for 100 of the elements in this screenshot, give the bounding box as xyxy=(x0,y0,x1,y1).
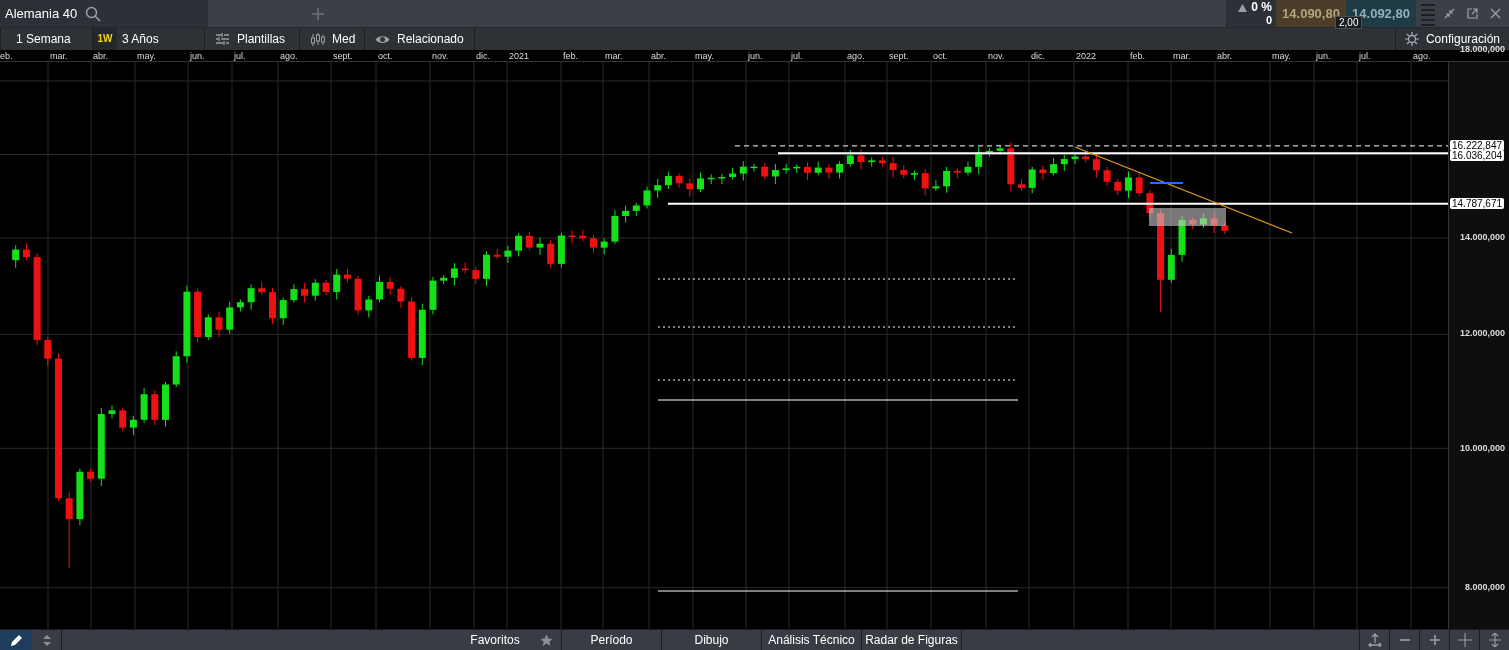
month-label: may. xyxy=(1272,50,1291,62)
candle xyxy=(87,468,95,482)
candle xyxy=(162,381,169,428)
candle xyxy=(718,173,726,185)
candle xyxy=(1114,178,1122,196)
candle xyxy=(376,275,383,303)
pencil-icon xyxy=(9,633,23,647)
candle xyxy=(76,468,84,526)
month-label: oct. xyxy=(933,50,948,62)
candle xyxy=(889,156,897,179)
month-label: sept. xyxy=(889,50,909,62)
candle xyxy=(472,266,480,285)
candle xyxy=(269,287,276,325)
price-tick-label: 12.000,000 xyxy=(1459,328,1505,339)
candle xyxy=(1028,166,1036,194)
candle xyxy=(750,163,758,173)
collapse-icon[interactable] xyxy=(1444,8,1455,19)
candle xyxy=(557,232,565,269)
candle xyxy=(600,238,608,255)
candle xyxy=(525,231,533,251)
candle xyxy=(664,171,672,190)
candle xyxy=(654,178,662,199)
candle xyxy=(686,177,694,198)
candle xyxy=(1210,211,1218,234)
candle xyxy=(804,161,811,181)
candle xyxy=(386,276,394,296)
candle xyxy=(900,164,908,179)
candle xyxy=(429,276,437,315)
candle xyxy=(483,250,490,287)
search-icon[interactable] xyxy=(85,5,102,22)
candle xyxy=(632,202,640,217)
month-label: may. xyxy=(695,50,714,62)
month-label: jul. xyxy=(791,50,803,62)
candle xyxy=(461,262,469,274)
candle xyxy=(953,167,961,179)
candle xyxy=(140,387,148,424)
candle xyxy=(1060,154,1068,172)
candle xyxy=(194,287,202,343)
candle xyxy=(739,160,747,182)
candle xyxy=(643,186,651,209)
candle xyxy=(504,245,512,264)
month-label: ago. xyxy=(280,50,298,62)
candle xyxy=(343,268,351,283)
candle xyxy=(322,279,330,296)
month-label: dic. xyxy=(476,50,490,62)
candle xyxy=(761,162,769,181)
candle xyxy=(1146,189,1154,220)
month-label: jun. xyxy=(748,50,763,62)
price-tick-label: 14.000,000 xyxy=(1459,232,1505,243)
star-icon xyxy=(539,633,553,647)
candle xyxy=(943,166,951,194)
candle xyxy=(793,163,801,174)
candle xyxy=(771,163,779,185)
candle xyxy=(868,157,876,168)
popout-icon[interactable] xyxy=(1467,8,1478,19)
candle xyxy=(129,415,137,436)
candle xyxy=(418,303,426,366)
month-label: ago. xyxy=(1413,50,1431,62)
month-label: jun. xyxy=(1316,50,1331,62)
candle xyxy=(825,163,833,180)
candle xyxy=(729,167,737,180)
candle xyxy=(1082,151,1090,163)
move-icon xyxy=(1367,633,1382,647)
price-tick-label: 8.000,000 xyxy=(1464,582,1505,593)
candle xyxy=(279,297,287,326)
candle xyxy=(12,244,20,269)
month-label: ago. xyxy=(847,50,865,62)
candle xyxy=(878,156,886,168)
candle xyxy=(108,404,116,419)
month-label: nov. xyxy=(988,50,1005,62)
candle xyxy=(782,163,790,175)
candle xyxy=(515,232,523,257)
close-icon[interactable] xyxy=(1490,8,1501,19)
candle xyxy=(333,268,341,300)
price-tick-label: 10.000,000 xyxy=(1459,443,1505,454)
month-label: abr. xyxy=(93,50,108,62)
candle xyxy=(354,275,362,316)
month-label: oct. xyxy=(378,50,393,62)
candle xyxy=(814,160,822,176)
month-label: feb. xyxy=(563,50,578,62)
pencil-button[interactable] xyxy=(0,630,32,650)
candle xyxy=(1125,171,1132,199)
month-label: abr. xyxy=(1217,50,1232,62)
price-level-label: 14.787,671 xyxy=(1450,197,1505,209)
candle xyxy=(1135,171,1143,197)
candle xyxy=(1178,214,1186,263)
month-label: nov. xyxy=(432,50,449,62)
candle xyxy=(932,179,940,192)
month-label: mar. xyxy=(605,50,623,62)
spread-badge: 2,00 xyxy=(1335,16,1363,29)
candle xyxy=(1018,178,1025,192)
month-label: mar. xyxy=(1173,50,1191,62)
candle xyxy=(590,234,597,254)
candle xyxy=(579,229,587,242)
candle xyxy=(226,301,234,335)
month-label: may. xyxy=(137,50,156,62)
candle xyxy=(450,262,458,286)
candle xyxy=(1071,153,1079,165)
candle xyxy=(568,229,576,244)
candle xyxy=(707,173,715,185)
